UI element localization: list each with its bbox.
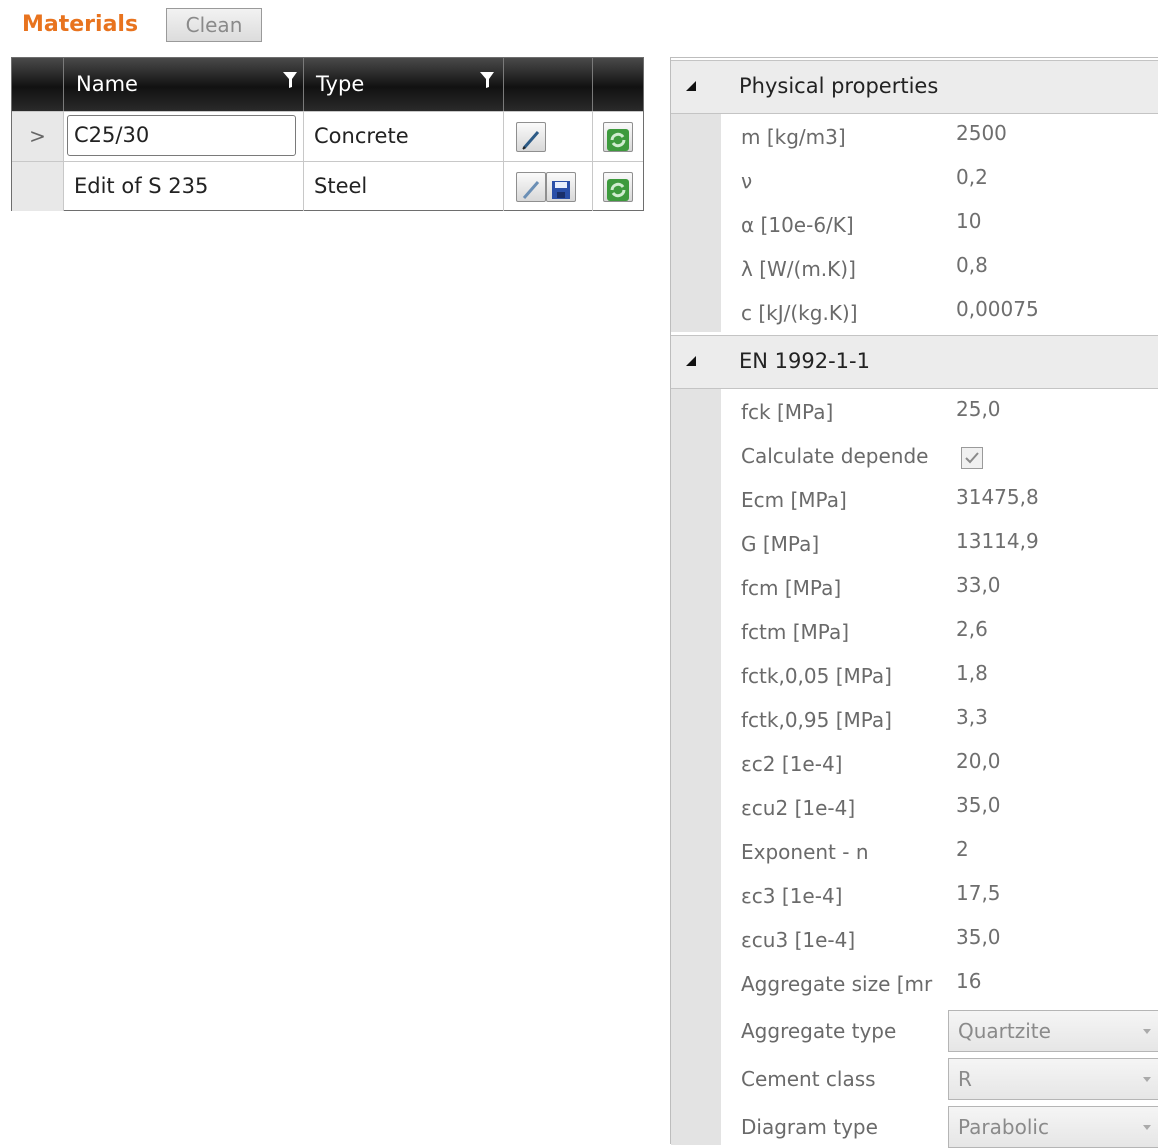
property-label: α [10e-6/K] — [741, 213, 854, 237]
properties-panel: Physical properties m [kg/m3] 2500 ν 0,2… — [670, 57, 1158, 1148]
column-header-edit — [503, 58, 592, 111]
edit-button[interactable] — [516, 122, 546, 152]
property-value[interactable]: 35,0 — [956, 925, 1001, 949]
table-row[interactable]: Edit of S 235 Steel — [12, 161, 643, 211]
type-cell[interactable]: Steel — [303, 162, 503, 211]
property-value[interactable]: 16 — [956, 969, 981, 993]
filter-icon[interactable] — [479, 71, 495, 89]
edit-cell — [503, 162, 592, 211]
filter-icon[interactable] — [282, 71, 298, 89]
property-value[interactable]: 25,0 — [956, 397, 1001, 421]
property-value[interactable]: 0,8 — [956, 253, 988, 277]
property-label: Cement class — [741, 1067, 876, 1091]
name-cell[interactable]: C25/30 — [63, 112, 303, 161]
property-value[interactable]: 0,2 — [956, 165, 988, 189]
property-label: fcm [MPa] — [741, 576, 842, 600]
property-value[interactable]: 2500 — [956, 121, 1007, 145]
edit-button[interactable] — [516, 172, 546, 202]
reload-button[interactable] — [603, 172, 633, 202]
collapse-triangle-icon[interactable] — [686, 356, 696, 366]
type-cell[interactable]: Concrete — [303, 112, 503, 161]
panel-gutter — [671, 112, 721, 332]
reload-cell — [592, 112, 643, 161]
pencil-icon — [522, 131, 540, 150]
chevron-down-icon — [1143, 1077, 1151, 1082]
property-label: Aggregate type — [741, 1019, 897, 1043]
property-value[interactable]: 13114,9 — [956, 529, 1039, 553]
property-value[interactable]: 1,8 — [956, 661, 988, 685]
aggregate-type-select[interactable]: Quartzite — [948, 1010, 1158, 1052]
edit-cell — [503, 112, 592, 161]
pencil-icon — [522, 181, 540, 199]
property-label: G [MPa] — [741, 532, 820, 556]
property-value[interactable]: 31475,8 — [956, 485, 1039, 509]
reload-button[interactable] — [603, 122, 633, 152]
checkmark-icon — [965, 452, 979, 464]
panel-gutter — [671, 386, 721, 1145]
property-value[interactable]: 20,0 — [956, 749, 1001, 773]
property-label: fctk,0,95 [MPa] — [741, 708, 892, 732]
property-value[interactable]: 0,00075 — [956, 297, 1039, 321]
property-label: εcu2 [1e-4] — [741, 796, 856, 820]
refresh-icon — [607, 179, 629, 201]
property-label: ν — [741, 169, 753, 193]
property-label: fctm [MPa] — [741, 620, 849, 644]
column-header-type[interactable]: Type — [303, 58, 503, 111]
property-label: Aggregate size [mr — [741, 972, 933, 996]
property-value[interactable]: 33,0 — [956, 573, 1001, 597]
property-label: fctk,0,05 [MPa] — [741, 664, 892, 688]
grid-header: Name Type — [12, 58, 643, 111]
section-en-1992-1-1[interactable]: EN 1992-1-1 — [671, 335, 1158, 389]
property-label: Ecm [MPa] — [741, 488, 847, 512]
property-value[interactable]: 2 — [956, 837, 969, 861]
row-indicator: > — [12, 112, 63, 161]
column-header-reload — [592, 58, 643, 111]
column-header-name[interactable]: Name — [63, 58, 303, 111]
property-value[interactable]: 17,5 — [956, 881, 1001, 905]
property-label: Exponent - n — [741, 840, 869, 864]
section-physical-properties[interactable]: Physical properties — [671, 60, 1158, 114]
table-row[interactable]: > C25/30 Concrete — [12, 111, 643, 161]
property-label: m [kg/m3] — [741, 125, 846, 149]
property-label: Diagram type — [741, 1115, 878, 1139]
name-value[interactable]: C25/30 — [67, 115, 296, 156]
clean-button[interactable]: Clean — [166, 8, 262, 42]
row-indicator — [12, 162, 63, 211]
property-value[interactable]: 10 — [956, 209, 981, 233]
chevron-down-icon — [1143, 1125, 1151, 1130]
name-cell[interactable]: Edit of S 235 — [63, 162, 303, 211]
property-label: Calculate depende — [741, 444, 929, 468]
property-label: εc2 [1e-4] — [741, 752, 843, 776]
chevron-down-icon — [1143, 1029, 1151, 1034]
cement-class-select[interactable]: R — [948, 1058, 1158, 1100]
property-label: εc3 [1e-4] — [741, 884, 843, 908]
save-icon — [552, 181, 570, 199]
property-value[interactable]: 3,3 — [956, 705, 988, 729]
property-label: fck [MPa] — [741, 400, 834, 424]
reload-cell — [592, 162, 643, 211]
refresh-icon — [607, 129, 629, 151]
diagram-type-select[interactable]: Parabolic — [948, 1106, 1158, 1148]
property-value[interactable]: 2,6 — [956, 617, 988, 641]
property-label: c [kJ/(kg.K)] — [741, 301, 858, 325]
collapse-triangle-icon[interactable] — [686, 81, 696, 91]
calculate-dependent-checkbox[interactable] — [961, 447, 983, 469]
property-label: εcu3 [1e-4] — [741, 928, 856, 952]
save-button[interactable] — [546, 172, 576, 202]
materials-grid: Name Type > C25/30 Concrete Edit of S 23… — [11, 57, 644, 211]
property-label: λ [W/(m.K)] — [741, 257, 856, 281]
materials-title: Materials — [22, 12, 139, 37]
property-value[interactable]: 35,0 — [956, 793, 1001, 817]
